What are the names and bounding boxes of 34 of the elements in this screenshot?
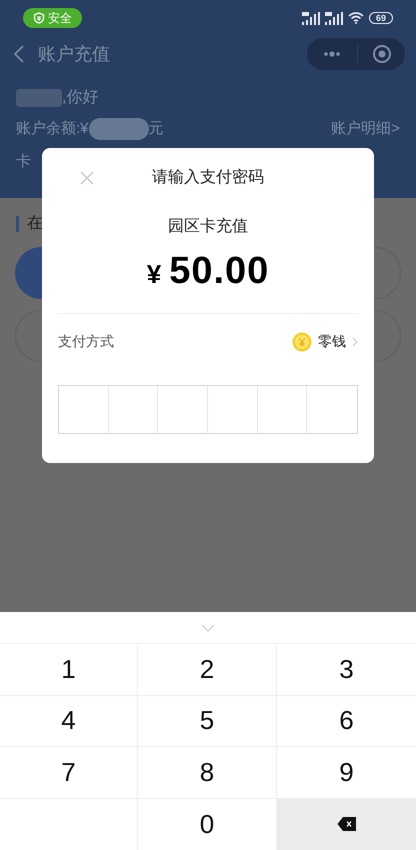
page-title: 账户充值 — [38, 42, 110, 66]
shield-icon — [33, 12, 45, 24]
security-badge: 安全 — [23, 8, 82, 28]
payment-method[interactable]: 零钱 — [318, 331, 346, 352]
redaction-mark — [16, 89, 62, 107]
digit-key[interactable]: 6 — [277, 696, 416, 747]
dialog-title: 请输入支付密码 — [152, 168, 264, 188]
currency-symbol: ¥ — [146, 258, 162, 291]
section-title: 在 — [27, 214, 43, 234]
digit-key[interactable]: 4 — [0, 696, 138, 747]
redaction-mark — [88, 118, 149, 140]
backspace-key[interactable] — [277, 798, 416, 850]
digit-key[interactable]: 1 — [0, 644, 138, 696]
balance-label: 账户余额:¥ — [16, 118, 89, 139]
digit-key[interactable]: 2 — [138, 644, 277, 696]
coin-icon — [292, 332, 312, 352]
card-label: 卡 — [16, 153, 31, 170]
payment-amount: 50.00 — [169, 249, 270, 294]
digit-key[interactable]: 7 — [0, 747, 138, 798]
payment-method-label: 支付方式 — [58, 332, 114, 351]
wifi-icon — [348, 12, 364, 24]
backspace-icon — [336, 816, 356, 832]
chevron-right-icon — [352, 336, 358, 346]
digit-key[interactable]: 3 — [277, 644, 416, 696]
digit-key[interactable]: 5 — [138, 696, 277, 747]
back-icon[interactable] — [14, 45, 24, 63]
payment-item: 园区卡充值 — [168, 216, 248, 237]
greeting-text: ,你好 — [62, 88, 98, 108]
signal-icon — [324, 12, 343, 24]
battery-icon: 69 — [368, 12, 393, 24]
digit-key[interactable]: 8 — [138, 747, 277, 798]
signal-icon — [302, 12, 320, 24]
password-field[interactable] — [58, 385, 358, 434]
balance-unit: 元 — [148, 118, 164, 139]
